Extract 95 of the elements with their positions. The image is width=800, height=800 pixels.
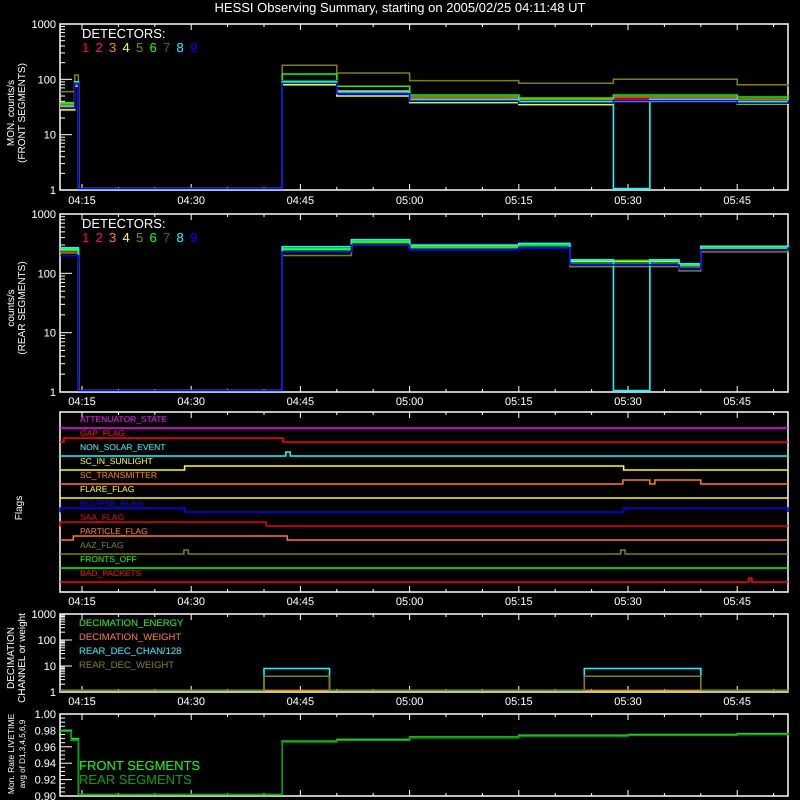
y-axis-label: avg of D1,3,4,5,6,9 xyxy=(18,720,27,788)
x-tick-label: 05:15 xyxy=(505,596,533,608)
legend-label: 1 xyxy=(82,40,90,55)
legend-label: REAR_DEC_WEIGHT xyxy=(79,660,174,671)
x-tick-label: 05:00 xyxy=(396,696,424,708)
y-tick-label: 1 xyxy=(50,687,56,699)
legend-label: 8 xyxy=(176,230,184,245)
y-tick-label: 1000 xyxy=(32,609,56,621)
legend-label: 3 xyxy=(109,230,116,245)
x-tick-label: 05:45 xyxy=(723,396,751,408)
flag-label: SAA_FLAG xyxy=(80,512,124,522)
x-tick-label: 05:15 xyxy=(505,696,533,708)
x-tick-label: 04:30 xyxy=(177,696,205,708)
flag-label: PARTICLE_FLAG xyxy=(80,526,148,536)
flag-label: ATTENUATOR_STATE xyxy=(80,414,168,424)
flag-label: SC_TRANSMITTER xyxy=(80,470,157,480)
x-tick-label: 04:45 xyxy=(286,195,314,207)
y-axis-label: (FRONT SEGMENTS) xyxy=(17,63,28,163)
y-tick-label: 0.94 xyxy=(34,758,56,770)
x-tick-label: 04:15 xyxy=(68,696,96,708)
x-tick-label: 05:45 xyxy=(723,596,751,608)
y-tick-label: 100 xyxy=(38,268,56,280)
x-tick-label: 05:15 xyxy=(505,396,533,408)
y-axis-label: CHANNEL or weight xyxy=(17,613,28,703)
legend-label: 4 xyxy=(122,230,130,245)
x-tick-label: 04:45 xyxy=(286,396,314,408)
x-tick-label: 04:45 xyxy=(286,596,314,608)
legend-label: 3 xyxy=(109,40,116,55)
legend-label: 7 xyxy=(163,230,170,245)
legend-label: REAR SEGMENTS xyxy=(79,772,192,787)
legend-label: 9 xyxy=(190,40,198,55)
x-tick-label: 04:30 xyxy=(177,596,205,608)
x-tick-label: 05:45 xyxy=(723,696,751,708)
x-tick-label: 05:30 xyxy=(614,396,642,408)
x-tick-label: 04:30 xyxy=(177,195,205,207)
y-tick-label: 10 xyxy=(44,130,56,142)
flag-label: BAD_PACKETS xyxy=(80,568,142,578)
flag-label: FRONTS_OFF xyxy=(80,554,137,564)
legend-label: 9 xyxy=(190,230,198,245)
x-tick-label: 05:00 xyxy=(396,195,424,207)
x-tick-label: 05:30 xyxy=(614,696,642,708)
legend-label: 8 xyxy=(176,40,184,55)
y-tick-label: 0.98 xyxy=(34,725,56,738)
y-axis-label: (REAR SEGMENTS) xyxy=(17,261,28,355)
flag-label: ECLIPSE_FLAG xyxy=(80,498,143,508)
x-tick-label: 05:00 xyxy=(396,596,424,608)
x-tick-label: 05:45 xyxy=(723,195,751,207)
legend-label: 6 xyxy=(150,40,157,55)
legend-label: 7 xyxy=(163,40,170,55)
legend-label: 2 xyxy=(96,40,103,55)
x-tick-label: 04:45 xyxy=(286,696,314,708)
y-tick-label: 100 xyxy=(38,74,56,86)
x-tick-label: 04:30 xyxy=(177,396,205,408)
y-tick-label: 0.90 xyxy=(34,791,56,800)
x-tick-label: 05:00 xyxy=(396,396,424,408)
y-tick-marks xyxy=(60,614,72,685)
flag-label: FLARE_FLAG xyxy=(80,484,134,494)
flag-label: AAZ_FLAG xyxy=(80,540,124,550)
x-tick-label: 05:30 xyxy=(614,195,642,207)
y-tick-label: 1 xyxy=(50,387,56,399)
y-tick-label: 1 xyxy=(50,185,56,197)
flag-label: GAP_FLAG xyxy=(80,428,125,438)
y-tick-label: 0.96 xyxy=(34,742,56,754)
x-tick-label: 04:15 xyxy=(68,195,96,207)
flag-label: NON_SOLAR_EVENT xyxy=(80,442,166,452)
legend-label: 4 xyxy=(122,40,130,55)
y-tick-label: 1000 xyxy=(32,209,56,221)
legend-label: 5 xyxy=(136,230,144,245)
legend-label: DECIMATION_WEIGHT xyxy=(79,632,182,643)
y-tick-label: 0.92 xyxy=(34,774,56,787)
y-axis-label: Flags xyxy=(14,496,25,520)
legend-label: 6 xyxy=(150,230,157,245)
y-tick-label: 10 xyxy=(44,661,56,673)
y-axis-label: Mon. Rate LIVETIME xyxy=(6,714,16,794)
chart-title: HESSI Observing Summary, starting on 2005/02/25 04:11:48 UT xyxy=(214,0,586,16)
y-tick-label: 1000 xyxy=(32,19,56,31)
y-axis-label: counts/s xyxy=(6,289,17,327)
x-tick-label: 05:15 xyxy=(505,195,533,207)
y-tick-label: 10 xyxy=(44,328,56,340)
legend-label: 1 xyxy=(82,230,90,245)
y-tick-label: 1.00 xyxy=(34,709,56,721)
legend-label: DECIMATION_ENERGY xyxy=(79,618,184,629)
x-tick-label: 05:30 xyxy=(614,596,642,608)
x-tick-label: 04:15 xyxy=(68,396,96,408)
x-tick-label: 04:15 xyxy=(68,596,96,608)
legend-label: 2 xyxy=(96,230,103,245)
legend-label: FRONT SEGMENTS xyxy=(79,758,200,773)
legend-title: DETECTORS: xyxy=(82,26,166,41)
legend-label: REAR_DEC_CHAN/128 xyxy=(79,646,182,657)
legend-label: 5 xyxy=(136,40,144,55)
flag-label: SC_IN_SUNLIGHT xyxy=(80,456,153,466)
y-axis-label: MON. counts/s xyxy=(6,80,17,146)
y-axis-label: DECIMATION xyxy=(6,626,17,690)
legend-title: DETECTORS: xyxy=(82,216,166,231)
y-tick-label: 100 xyxy=(38,635,56,647)
